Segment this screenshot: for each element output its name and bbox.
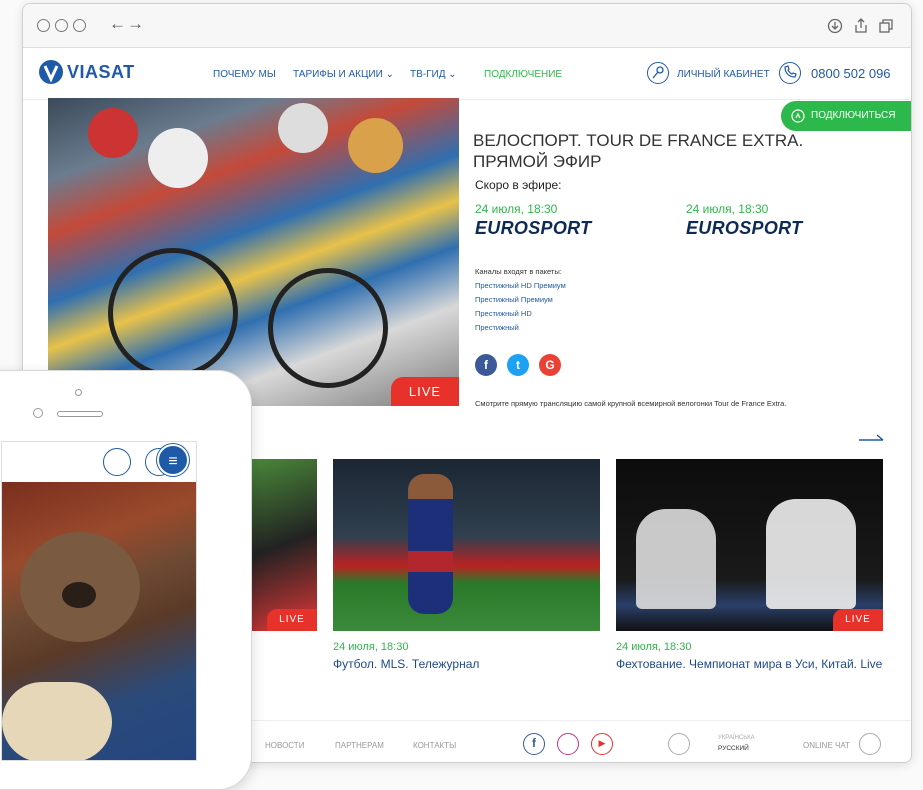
connect-button-label: ПОДКЛЮЧИТЬСЯ [811, 110, 896, 121]
card-image-fencing[interactable]: LIVE [616, 459, 883, 631]
live-badge: LIVE [833, 609, 883, 631]
package-link[interactable]: Престижный HD Премиум [475, 281, 566, 290]
key-icon[interactable] [103, 448, 131, 476]
airing-date: 24 июля, 18:30 [686, 202, 769, 216]
online-chat-link[interactable]: ONLINE ЧАТ [803, 741, 850, 750]
key-icon[interactable] [647, 62, 669, 84]
nav-tariffs-label: ТАРИФЫ И АКЦИИ [293, 69, 383, 80]
viasat-logo-icon[interactable] [39, 60, 63, 84]
phone-speaker [57, 411, 103, 417]
arrow-right-icon[interactable] [859, 432, 885, 444]
twitter-icon[interactable]: t [507, 354, 529, 376]
language-ukrainian[interactable]: УКРАЇНСЬКА [718, 735, 755, 741]
wheel-shape [108, 248, 238, 378]
phone-screen: ≡ [1, 441, 197, 761]
back-arrow-icon[interactable]: ← [109, 14, 126, 34]
share-icon[interactable] [853, 18, 869, 34]
window-minimize-dot[interactable] [55, 19, 68, 32]
paddington-bear-image[interactable] [2, 482, 196, 760]
live-badge: LIVE [391, 377, 459, 406]
card-date: 24 июля, 18:30 [616, 641, 692, 653]
footer-news-link[interactable]: НОВОСТИ [265, 741, 304, 750]
personal-cabinet-link[interactable]: ЛИЧНЫЙ КАБИНЕТ [677, 69, 770, 80]
site-header: VIASAT ПОЧЕМУ МЫ ТАРИФЫ И АКЦИИ ⌄ ТВ-ГИД… [23, 48, 911, 100]
package-link[interactable]: Престижный [475, 323, 519, 332]
card-title[interactable]: Футбол. MLS. Тележурнал [333, 657, 479, 671]
google-plus-icon[interactable]: G [539, 354, 561, 376]
airing-date: 24 июля, 18:30 [475, 202, 558, 216]
card-image-football[interactable] [333, 459, 600, 631]
hero-title-line2: ПРЯМОЙ ЭФИР [473, 152, 602, 171]
nav-tariffs[interactable]: ТАРИФЫ И АКЦИИ ⌄ [293, 69, 394, 80]
instagram-icon[interactable] [557, 733, 579, 755]
phone-number[interactable]: 0800 502 096 [811, 66, 891, 81]
phone-icon[interactable] [779, 62, 801, 84]
hero-description: Смотрите прямую трансляцию самой крупной… [475, 399, 787, 408]
chat-icon[interactable] [859, 733, 881, 755]
package-link[interactable]: Престижный Премиум [475, 295, 553, 304]
helmet-shape [348, 118, 403, 173]
footer-partners-link[interactable]: ПАРТНЕРАМ [335, 741, 384, 750]
bear-nose-shape [62, 582, 96, 608]
packages-label: Каналы входят в пакеты: [475, 267, 562, 276]
hero-title-line1: ВЕЛОСПОРТ. TOUR DE FRANCE EXTRA. [473, 131, 804, 150]
forward-arrow-icon[interactable]: → [127, 14, 144, 34]
hand-icon [791, 109, 805, 123]
phone-sensor [33, 408, 43, 418]
nav-tv-guide[interactable]: ТВ-ГИД ⌄ [410, 69, 457, 80]
soon-label: Скоро в эфире: [475, 178, 562, 192]
live-badge: LIVE [267, 609, 317, 631]
footballer-shape [408, 474, 453, 614]
window-close-dot[interactable] [37, 19, 50, 32]
facebook-icon[interactable]: f [523, 733, 545, 755]
connect-button[interactable]: ПОДКЛЮЧИТЬСЯ [781, 101, 911, 131]
wheel-shape [268, 268, 388, 388]
youtube-icon[interactable]: ▶ [591, 733, 613, 755]
chevron-down-icon: ⌄ [385, 69, 394, 80]
helmet-shape [88, 108, 138, 158]
logo-text[interactable]: VIASAT [67, 62, 135, 83]
browser-toolbar: ← → [23, 4, 911, 48]
chevron-down-icon: ⌄ [448, 69, 457, 80]
language-russian[interactable]: РУССКИЙ [718, 745, 749, 752]
search-icon[interactable] [668, 733, 690, 755]
fencer-shape [766, 499, 856, 609]
card-image-racing[interactable]: LIVE [247, 459, 317, 631]
hero-title: ВЕЛОСПОРТ. TOUR DE FRANCE EXTRA. ПРЯМОЙ … [473, 130, 813, 172]
helmet-shape [148, 128, 208, 188]
hero-image-cyclists[interactable]: LIVE [48, 98, 459, 406]
eurosport-logo[interactable]: EUROSPORT [475, 218, 591, 239]
helmet-shape [278, 103, 328, 153]
eurosport-logo[interactable]: EUROSPORT [686, 218, 802, 239]
footer-contacts-link[interactable]: КОНТАКТЫ [413, 741, 456, 750]
nav-connection[interactable]: ПОДКЛЮЧЕНИЕ [484, 69, 562, 80]
nav-why-us[interactable]: ПОЧЕМУ МЫ [213, 69, 276, 80]
window-zoom-dot[interactable] [73, 19, 86, 32]
phone-mockup: ≡ [0, 370, 252, 790]
facebook-icon[interactable]: f [475, 354, 497, 376]
fencer-shape [636, 509, 716, 609]
tabs-icon[interactable] [878, 18, 894, 34]
sandwich-shape [2, 682, 112, 760]
package-link[interactable]: Престижный HD [475, 309, 532, 318]
card-date: 24 июля, 18:30 [333, 641, 409, 653]
nav-tv-guide-label: ТВ-ГИД [410, 69, 446, 80]
menu-icon[interactable]: ≡ [157, 444, 189, 476]
card-title[interactable]: Фехтование. Чемпионат мира в Уси, Китай.… [616, 657, 882, 671]
phone-camera [75, 389, 82, 396]
download-icon[interactable] [827, 18, 843, 34]
